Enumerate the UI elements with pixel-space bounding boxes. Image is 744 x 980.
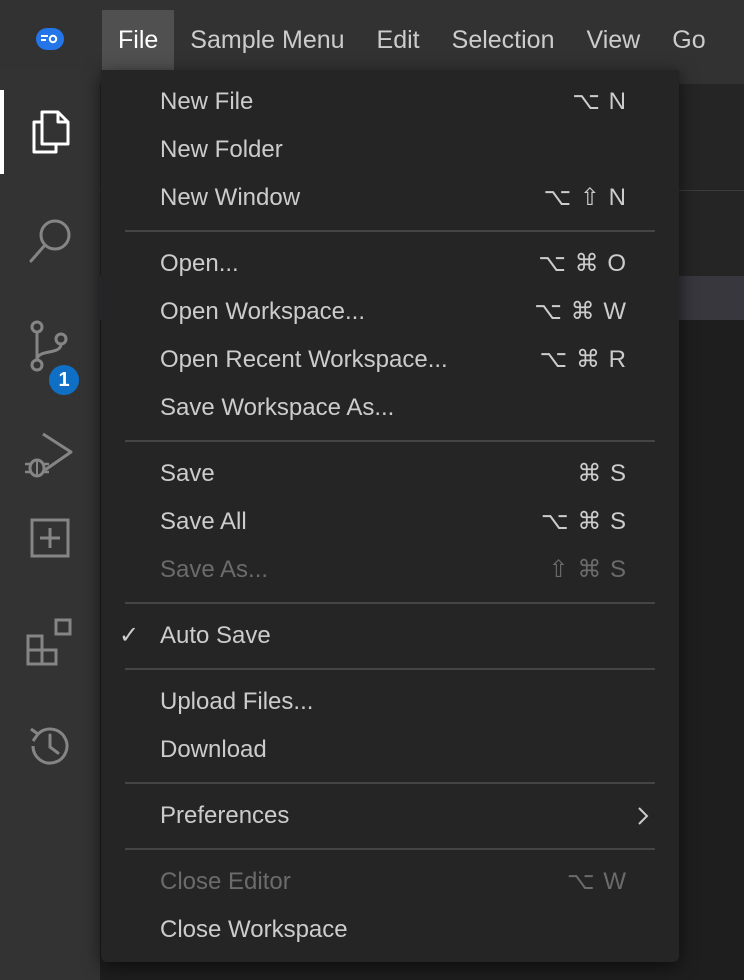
menu-item-auto-save[interactable]: ✓ Auto Save (101, 612, 679, 660)
menu-item-open[interactable]: Open... ⌥ ⌘ O (101, 240, 679, 288)
menu-item-shortcut: ⌥ N (572, 88, 627, 115)
menu-item-label: New Folder (160, 136, 283, 163)
menu-item-label: Auto Save (160, 622, 271, 649)
app-window: FileSample MenuEditSelectionViewGo (0, 0, 744, 980)
menu-item-new-file[interactable]: New File ⌥ N (101, 78, 679, 126)
menu-item-label: Open... (160, 250, 239, 277)
menu-item-label: Save All (160, 508, 247, 535)
menu-item-label: Download (160, 736, 267, 763)
source-control-badge: 1 (46, 362, 82, 398)
menu-item-close-editor: Close Editor ⌥ W (101, 858, 679, 906)
menu-item-label: New Window (160, 184, 301, 211)
chevron-right-icon (638, 807, 649, 825)
menu-separator (101, 660, 679, 678)
menu-separator (101, 594, 679, 612)
menu-item-label: Upload Files... (160, 688, 314, 715)
activity-add[interactable] (0, 488, 100, 588)
menu-item-close-workspace[interactable]: Close Workspace (101, 906, 679, 954)
menu-separator (101, 774, 679, 792)
menu-separator (101, 432, 679, 450)
history-icon (30, 727, 69, 765)
menu-item-shortcut: ⌥ ⌘ W (534, 298, 627, 325)
menu-separator (101, 840, 679, 858)
menu-item-new-folder[interactable]: New Folder (101, 126, 679, 174)
menu-selection[interactable]: Selection (436, 10, 571, 70)
menu-sample-menu[interactable]: Sample Menu (174, 10, 360, 70)
menu-item-open-workspace[interactable]: Open Workspace... ⌥ ⌘ W (101, 288, 679, 336)
menu-item-save-all[interactable]: Save All ⌥ ⌘ S (101, 498, 679, 546)
menu-item-label: Open Workspace... (160, 298, 365, 325)
menu-item-shortcut: ⇧ ⌘ S (548, 556, 627, 583)
activity-history[interactable] (0, 696, 100, 796)
activity-extensions[interactable] (0, 592, 100, 692)
menu-item-label: Preferences (160, 802, 290, 829)
menu-item-upload-files[interactable]: Upload Files... (101, 678, 679, 726)
menu-item-new-window[interactable]: New Window ⌥ ⇧ N (101, 174, 679, 222)
menu-item-open-recent-workspace[interactable]: Open Recent Workspace... ⌥ ⌘ R (101, 336, 679, 384)
search-icon (29, 219, 71, 263)
menu-item-shortcut: ⌥ ⌘ O (538, 250, 627, 277)
add-square-icon (30, 518, 70, 558)
menu-go[interactable]: Go (656, 10, 721, 70)
app-logo-icon[interactable] (36, 28, 64, 50)
menu-item-shortcut: ⌥ W (567, 868, 627, 895)
activity-explorer[interactable] (0, 82, 100, 182)
menu-item-label: Open Recent Workspace... (160, 346, 448, 373)
menu-item-shortcut: ⌥ ⇧ N (543, 184, 627, 211)
menu-item-shortcut: ⌘ S (577, 460, 627, 487)
menu-view[interactable]: View (571, 10, 657, 70)
menu-separator (101, 222, 679, 240)
menu-item-shortcut: ⌥ ⌘ R (539, 346, 627, 373)
menu-item-label: Close Editor (160, 868, 291, 895)
menu-edit[interactable]: Edit (361, 10, 436, 70)
activity-search[interactable] (0, 190, 100, 290)
menu-item-label: Save Workspace As... (160, 394, 395, 421)
activity-source-control[interactable]: 1 (0, 296, 100, 398)
menu-item-shortcut: ⌥ ⌘ S (541, 508, 627, 535)
menu-item-save-workspace-as[interactable]: Save Workspace As... (101, 384, 679, 432)
extensions-icon (26, 618, 72, 666)
run-debug-icon (25, 432, 73, 478)
menu-item-label: Close Workspace (160, 916, 348, 943)
menu-file[interactable]: File (102, 10, 175, 70)
menu-item-save-as: Save As... ⇧ ⌘ S (101, 546, 679, 594)
activity-bar: 1 (0, 70, 100, 980)
menu-item-download[interactable]: Download (101, 726, 679, 774)
menu-item-label: New File (160, 88, 254, 115)
explorer-icon (32, 110, 70, 154)
menu-item-save[interactable]: Save ⌘ S (101, 450, 679, 498)
checkmark-icon: ✓ (119, 622, 140, 649)
file-menu-dropdown: New File ⌥ N New Folder New Window ⌥ ⇧ N Open… (101, 70, 679, 962)
menu-item-preferences[interactable]: Preferences (101, 792, 679, 840)
menu-item-label: Save As... (160, 556, 269, 583)
menu-bar-items: File Sample Menu Edit Selection View Go (102, 10, 722, 70)
menu-item-label: Save (160, 460, 215, 487)
